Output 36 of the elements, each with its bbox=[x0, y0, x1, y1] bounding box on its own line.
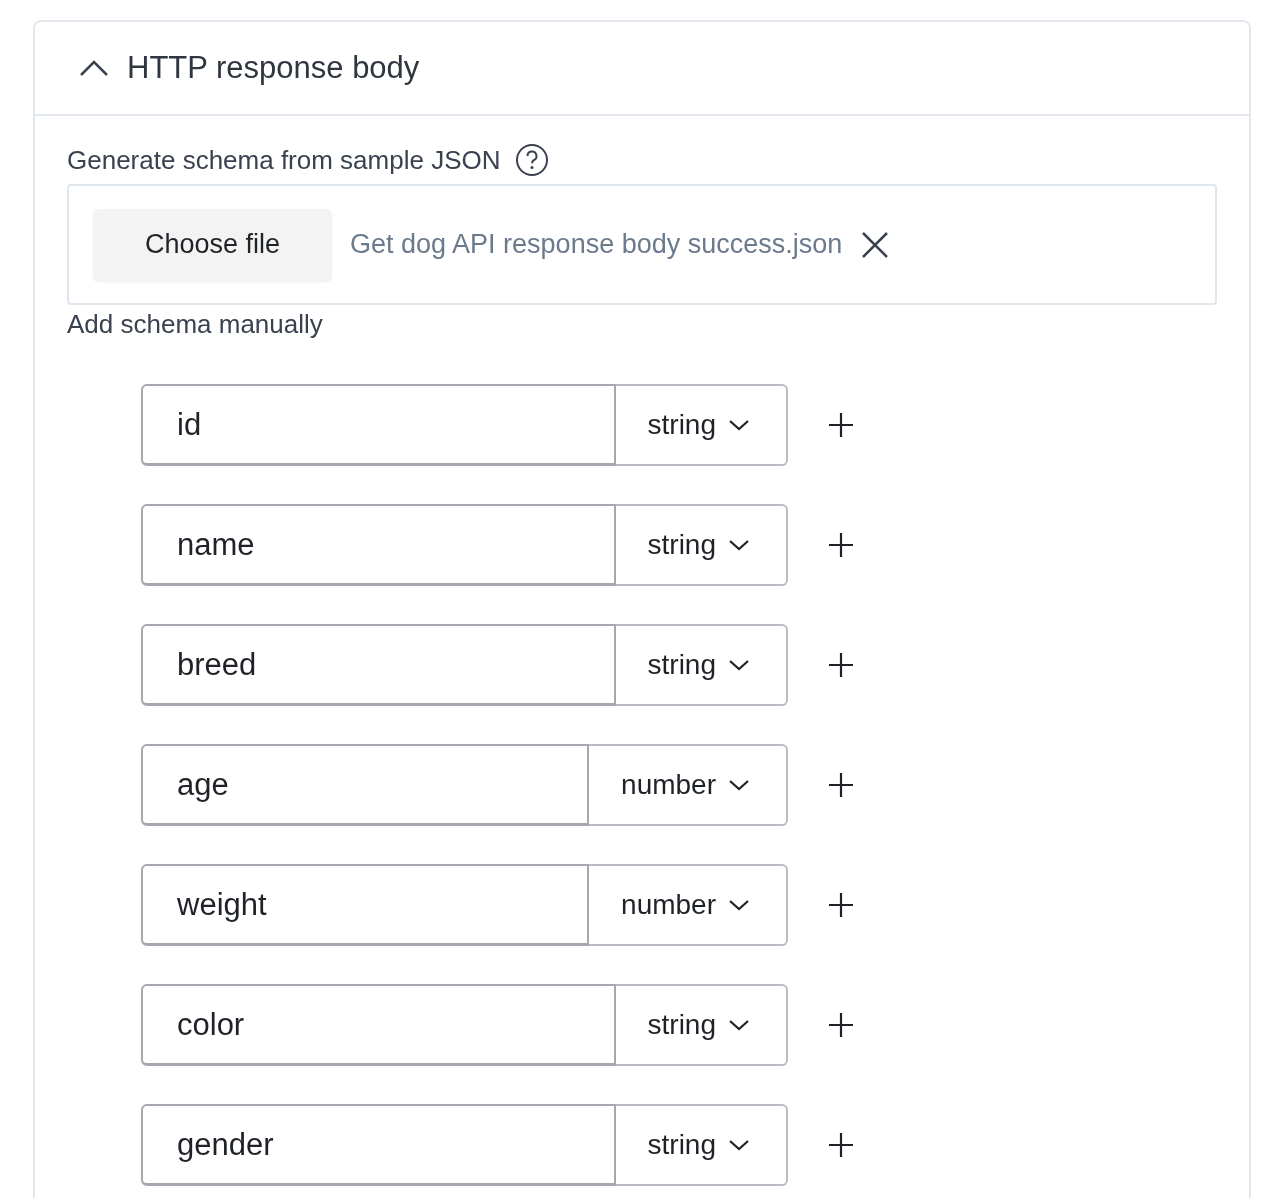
caret-icon bbox=[728, 658, 750, 672]
help-icon[interactable] bbox=[514, 143, 549, 177]
add-icon[interactable] bbox=[828, 532, 854, 558]
add-icon[interactable] bbox=[828, 652, 854, 678]
caret-icon bbox=[728, 898, 750, 912]
add-icon[interactable] bbox=[828, 1132, 854, 1158]
add-icon[interactable] bbox=[828, 892, 854, 918]
section-title: HTTP response body bbox=[127, 50, 420, 86]
field-name-input[interactable]: gender bbox=[141, 1104, 616, 1186]
type-select[interactable]: number bbox=[589, 744, 788, 826]
type-select[interactable]: number bbox=[589, 864, 788, 946]
choose-file-button[interactable]: Choose file bbox=[93, 208, 332, 281]
field-name-input[interactable]: id bbox=[141, 384, 616, 466]
type-select[interactable]: string bbox=[615, 984, 788, 1066]
field-name-input[interactable]: weight bbox=[141, 864, 590, 946]
file-name: Get dog API response body success.json bbox=[350, 229, 843, 260]
type-select[interactable]: string bbox=[615, 1104, 788, 1186]
caret-icon bbox=[728, 1138, 750, 1152]
caret-icon bbox=[728, 1018, 750, 1032]
generate-label: Generate schema from sample JSON bbox=[67, 144, 501, 176]
add-icon[interactable] bbox=[828, 1012, 854, 1038]
field-name-input[interactable]: color bbox=[141, 984, 616, 1066]
add-icon[interactable] bbox=[828, 412, 854, 438]
chevron-icon[interactable] bbox=[79, 59, 109, 77]
close-icon[interactable] bbox=[860, 229, 891, 260]
type-select[interactable]: string bbox=[615, 384, 788, 466]
caret-icon bbox=[728, 418, 750, 432]
manual-label: Add schema manually bbox=[67, 309, 323, 340]
add-icon[interactable] bbox=[828, 772, 854, 798]
caret-icon bbox=[728, 538, 750, 552]
field-name-input[interactable]: name bbox=[141, 504, 616, 586]
type-select[interactable]: string bbox=[615, 504, 788, 586]
field-name-input[interactable]: breed bbox=[141, 624, 616, 706]
caret-icon bbox=[728, 778, 750, 792]
field-name-input[interactable]: age bbox=[141, 744, 590, 826]
type-select[interactable]: string bbox=[615, 624, 788, 706]
